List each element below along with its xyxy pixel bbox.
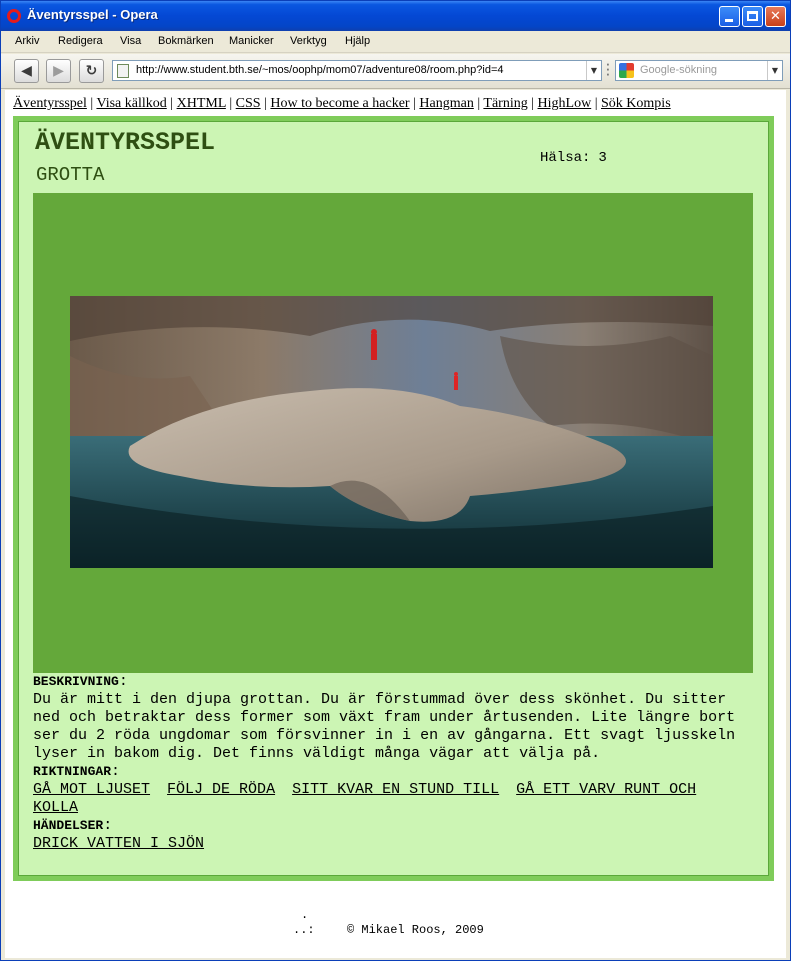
- direction-link-sitt-kvar[interactable]: SITT KVAR EN STUND TILL: [292, 781, 499, 798]
- menu-redigera[interactable]: Redigera: [58, 35, 103, 47]
- toolbar: ◀ ▶ ↻ http://www.student.bth.se/~mos/oop…: [1, 54, 790, 89]
- nav-link-visa-kallkod[interactable]: Visa källkod: [96, 96, 166, 111]
- nav-link-aventyrsspel[interactable]: Äventyrsspel: [13, 96, 87, 111]
- menu-bar: Arkiv Redigera Visa Bokmärken Manicker V…: [1, 31, 790, 53]
- back-button[interactable]: ◀: [14, 59, 39, 83]
- maximize-icon: [747, 11, 758, 21]
- room-title: GROTTA: [36, 164, 105, 186]
- menu-visa[interactable]: Visa: [120, 35, 141, 47]
- cave-image: [70, 296, 713, 568]
- menu-arkiv[interactable]: Arkiv: [15, 35, 39, 47]
- browser-window: Äventyrsspel - Opera ✕ Arkiv Redigera Vi…: [0, 0, 791, 961]
- room-text: BESKRIVNING: Du är mitt i den djupa grot…: [33, 673, 757, 853]
- menu-manicker[interactable]: Manicker: [229, 35, 274, 47]
- page-icon: [117, 64, 129, 78]
- events-header: HÄNDELSER:: [33, 817, 113, 834]
- reload-button[interactable]: ↻: [79, 59, 104, 83]
- back-icon: ◀: [21, 63, 32, 79]
- minimize-icon: [725, 19, 733, 22]
- direction-link-ljuset[interactable]: GÅ MOT LJUSET: [33, 781, 150, 798]
- toolbar-separator[interactable]: · · ·: [606, 61, 610, 81]
- maximize-button[interactable]: [742, 6, 763, 27]
- room-image-frame: [33, 193, 753, 673]
- nav-link-sok-kompis[interactable]: Sök Kompis: [601, 96, 671, 111]
- directions-header: RIKTNINGAR:: [33, 763, 121, 780]
- search-dropdown-button[interactable]: ▼: [767, 61, 782, 80]
- nav-link-hangman[interactable]: Hangman: [419, 96, 473, 111]
- footer-copyright: © Mikael Roos, 2009: [347, 923, 484, 937]
- page-content: Äventyrsspel | Visa källkod | XHTML | CS…: [5, 90, 786, 958]
- chevron-down-icon: ▼: [771, 66, 779, 75]
- title-bar: Äventyrsspel - Opera ✕: [1, 1, 790, 31]
- address-bar[interactable]: http://www.student.bth.se/~mos/oophp/mom…: [112, 60, 602, 81]
- game-title: ÄVENTYRSSPEL: [35, 128, 216, 157]
- events-list: DRICK VATTEN I SJÖN: [33, 835, 757, 853]
- opera-logo-icon: [7, 9, 21, 23]
- close-icon: ✕: [770, 9, 781, 24]
- nav-link-tarning[interactable]: Tärning: [483, 96, 527, 111]
- directions-list: GÅ MOT LJUSET FÖLJ DE RÖDA SITT KVAR EN …: [33, 781, 757, 817]
- window-title: Äventyrsspel - Opera: [27, 7, 158, 22]
- forward-icon: ▶: [53, 63, 64, 79]
- description-text: Du är mitt i den djupa grottan. Du är fö…: [33, 691, 736, 762]
- minimize-button[interactable]: [719, 6, 740, 27]
- footer-dots: ..:: [293, 923, 315, 937]
- footer-dot: .: [301, 908, 309, 922]
- health-label: Hälsa:: [540, 150, 591, 166]
- nav-link-css[interactable]: CSS: [236, 96, 261, 111]
- nav-link-highlow[interactable]: HighLow: [538, 96, 592, 111]
- nav-link-xhtml[interactable]: XHTML: [177, 96, 226, 111]
- nav-link-hacker[interactable]: How to become a hacker: [270, 96, 409, 111]
- health-value: 3: [598, 150, 607, 166]
- game-panel: ÄVENTYRSSPEL GROTTA Hälsa: 3 BESKRIVNING…: [13, 116, 774, 881]
- site-nav: Äventyrsspel | Visa källkod | XHTML | CS…: [13, 96, 671, 111]
- cave-illustration: [70, 296, 713, 568]
- event-link-drick-vatten[interactable]: DRICK VATTEN I SJÖN: [33, 835, 204, 852]
- address-dropdown-button[interactable]: ▼: [586, 61, 601, 80]
- search-input[interactable]: Google-sökning: [640, 64, 717, 76]
- menu-bokmarken[interactable]: Bokmärken: [158, 35, 214, 47]
- description-header: BESKRIVNING:: [33, 673, 128, 690]
- menu-hjalp[interactable]: Hjälp: [345, 35, 370, 47]
- forward-button[interactable]: ▶: [46, 59, 71, 83]
- close-button[interactable]: ✕: [765, 6, 786, 27]
- menu-verktyg[interactable]: Verktyg: [290, 35, 327, 47]
- reload-icon: ↻: [85, 63, 98, 79]
- direction-link-roda[interactable]: FÖLJ DE RÖDA: [167, 781, 275, 798]
- search-box[interactable]: Google-sökning ▼: [615, 60, 783, 81]
- chevron-down-icon: ▼: [590, 66, 598, 75]
- health-display: Hälsa: 3: [540, 150, 607, 166]
- google-icon: [619, 63, 634, 78]
- address-input[interactable]: http://www.student.bth.se/~mos/oophp/mom…: [136, 64, 504, 76]
